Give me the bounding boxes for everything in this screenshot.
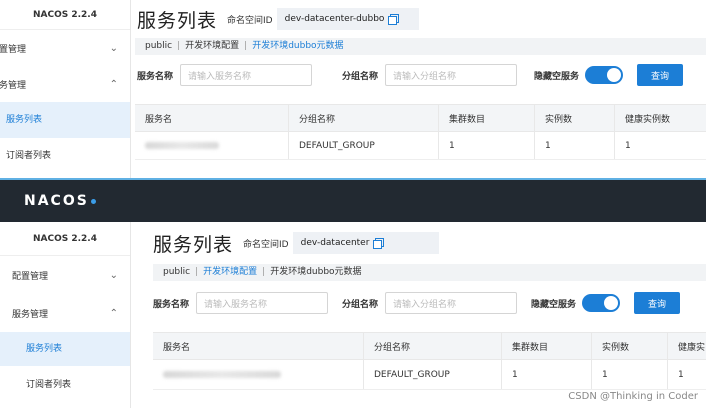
table-header: 服务名 分组名称 集群数目 实例数 健康实例数	[135, 104, 706, 132]
sidebar-menu-config[interactable]: 配置管理 ⌄	[0, 30, 130, 66]
sidebar-menu-label: 服务管理	[12, 309, 49, 320]
ns-tab-public[interactable]: public	[145, 41, 172, 51]
col-group-name: 分组名称	[364, 333, 502, 359]
cell-service-name	[153, 360, 364, 389]
sidebar-menu-label: 服务管理	[0, 80, 27, 91]
col-healthy-count: 健康实	[678, 342, 706, 353]
namespace-id-box: dev-datacenter-dubbo	[276, 8, 419, 30]
sidebar-menu-config[interactable]: 配置管理 ⌄	[0, 256, 130, 294]
col-service-name: 服务名	[153, 333, 364, 359]
service-name-label: 服务名称	[153, 299, 190, 310]
watermark: CSDN @Thinking in Coder	[568, 391, 698, 402]
col-service-name: 服务名	[135, 105, 289, 131]
cell-group-name: DEFAULT_GROUP	[289, 132, 439, 159]
chevron-up-icon: ⌃	[109, 307, 118, 319]
cell-healthy-count: 1	[678, 369, 684, 380]
sidebar-item-subscriber-list[interactable]: 订阅者列表	[0, 138, 130, 174]
cell-instance-count: 1	[592, 360, 668, 389]
sidebar-item-subscriber-list[interactable]: 订阅者列表	[0, 366, 130, 404]
namespace-label: 命名空间ID	[227, 15, 273, 26]
group-name-label: 分组名称	[342, 71, 379, 82]
main-content: 服务列表 命名空间ID dev-datacenter public | 开发环境配置…	[131, 222, 706, 408]
table-header: 服务名 分组名称 集群数目 实例数 健康实	[153, 332, 706, 360]
cell-instance-count: 1	[535, 132, 615, 159]
nacos-logo[interactable]: NACOS	[24, 193, 96, 209]
copy-icon[interactable]	[388, 14, 400, 25]
cell-service-name	[135, 132, 289, 159]
page-title: 服务列表	[153, 233, 234, 256]
group-name-input[interactable]: 请输入分组名称	[385, 292, 518, 314]
service-table: 服务名 分组名称 集群数目 实例数 健康实 DEFAULT_GROUP 1 1 …	[153, 332, 706, 390]
page-title: 服务列表	[137, 9, 218, 32]
col-group-name: 分组名称	[289, 105, 439, 131]
hide-empty-label: 隐藏空服务	[531, 299, 577, 310]
query-button[interactable]: 查询	[634, 292, 681, 314]
chevron-down-icon: ⌄	[109, 269, 118, 281]
bottom-screenshot: NACOS NACOS 2.2.4 配置管理 ⌄ 服务管理 ⌃ 服务列表 订阅者…	[0, 180, 706, 408]
namespace-id-value: dev-datacenter-dubbo	[284, 14, 385, 24]
namespace-tabs: public | 开发环境配置 | 开发环境dubbo元数据	[153, 264, 706, 281]
cell-cluster-count: 1	[439, 132, 535, 159]
col-healthy-count: 健康实例数	[625, 114, 671, 125]
ns-tab-dev-dubbo[interactable]: 开发环境dubbo元数据	[270, 267, 361, 277]
col-cluster-count: 集群数目	[502, 333, 592, 359]
sidebar: NACOS 2.2.4 配置管理 ⌄ 服务管理 ⌃ 服务列表 订阅者列表	[0, 0, 131, 178]
sidebar-item-service-list[interactable]: 服务列表	[0, 102, 130, 138]
redacted-service-name	[145, 142, 219, 149]
cell-healthy-count: 1	[625, 140, 631, 151]
table-row[interactable]: DEFAULT_GROUP 1 1 1	[153, 360, 706, 390]
logo-dot-icon	[90, 199, 96, 204]
hide-empty-toggle[interactable]	[582, 294, 621, 312]
namespace-label: 命名空间ID	[243, 239, 289, 250]
sidebar-menu-service[interactable]: 服务管理 ⌃	[0, 294, 130, 332]
sidebar-menu-service[interactable]: 服务管理 ⌃	[0, 66, 130, 102]
sidebar-menu-label: 配置管理	[0, 44, 27, 55]
chevron-down-icon: ⌄	[109, 42, 118, 54]
sidebar-menu-label: 配置管理	[12, 271, 49, 282]
cell-cluster-count: 1	[502, 360, 592, 389]
table-row[interactable]: DEFAULT_GROUP 1 1 1	[135, 132, 706, 160]
service-name-label: 服务名称	[137, 71, 174, 82]
top-screenshot: NACOS 2.2.4 配置管理 ⌄ 服务管理 ⌃ 服务列表 订阅者列表 服务列…	[0, 0, 706, 178]
namespace-id-box: dev-datacenter	[292, 232, 439, 254]
sidebar-version: NACOS 2.2.4	[0, 222, 130, 256]
toggle-knob	[607, 68, 622, 82]
namespace-tabs: public | 开发环境配置 | 开发环境dubbo元数据	[135, 38, 706, 55]
col-cluster-count: 集群数目	[439, 105, 535, 131]
top-header-bar: NACOS	[0, 180, 706, 222]
service-table: 服务名 分组名称 集群数目 实例数 健康实例数 DEFAULT_GROUP 1 …	[135, 104, 706, 160]
namespace-id-value: dev-datacenter	[300, 238, 370, 248]
service-name-input[interactable]: 请输入服务名称	[180, 64, 313, 86]
sidebar: NACOS 2.2.4 配置管理 ⌄ 服务管理 ⌃ 服务列表 订阅者列表	[0, 222, 131, 408]
col-instance-count: 实例数	[592, 333, 668, 359]
ns-tab-dev-dubbo[interactable]: 开发环境dubbo元数据	[252, 41, 343, 51]
ns-tab-dev-config[interactable]: 开发环境配置	[185, 41, 239, 51]
cell-group-name: DEFAULT_GROUP	[364, 360, 502, 389]
group-name-input[interactable]: 请输入分组名称	[385, 64, 518, 86]
hide-empty-label: 隐藏空服务	[534, 71, 580, 82]
ns-tab-public[interactable]: public	[163, 267, 190, 277]
toggle-knob	[604, 296, 619, 310]
hide-empty-toggle[interactable]	[585, 66, 624, 84]
group-name-label: 分组名称	[342, 299, 379, 310]
main-content: 服务列表 命名空间ID dev-datacenter-dubbo public |…	[131, 0, 706, 178]
sidebar-item-service-list[interactable]: 服务列表	[0, 332, 130, 366]
chevron-up-icon: ⌃	[109, 78, 118, 90]
redacted-service-name	[163, 371, 281, 378]
service-name-input[interactable]: 请输入服务名称	[196, 292, 329, 314]
ns-tab-dev-config[interactable]: 开发环境配置	[203, 267, 257, 277]
query-button[interactable]: 查询	[637, 64, 684, 86]
copy-icon[interactable]	[373, 238, 385, 249]
col-instance-count: 实例数	[535, 105, 615, 131]
sidebar-version: NACOS 2.2.4	[0, 0, 130, 30]
